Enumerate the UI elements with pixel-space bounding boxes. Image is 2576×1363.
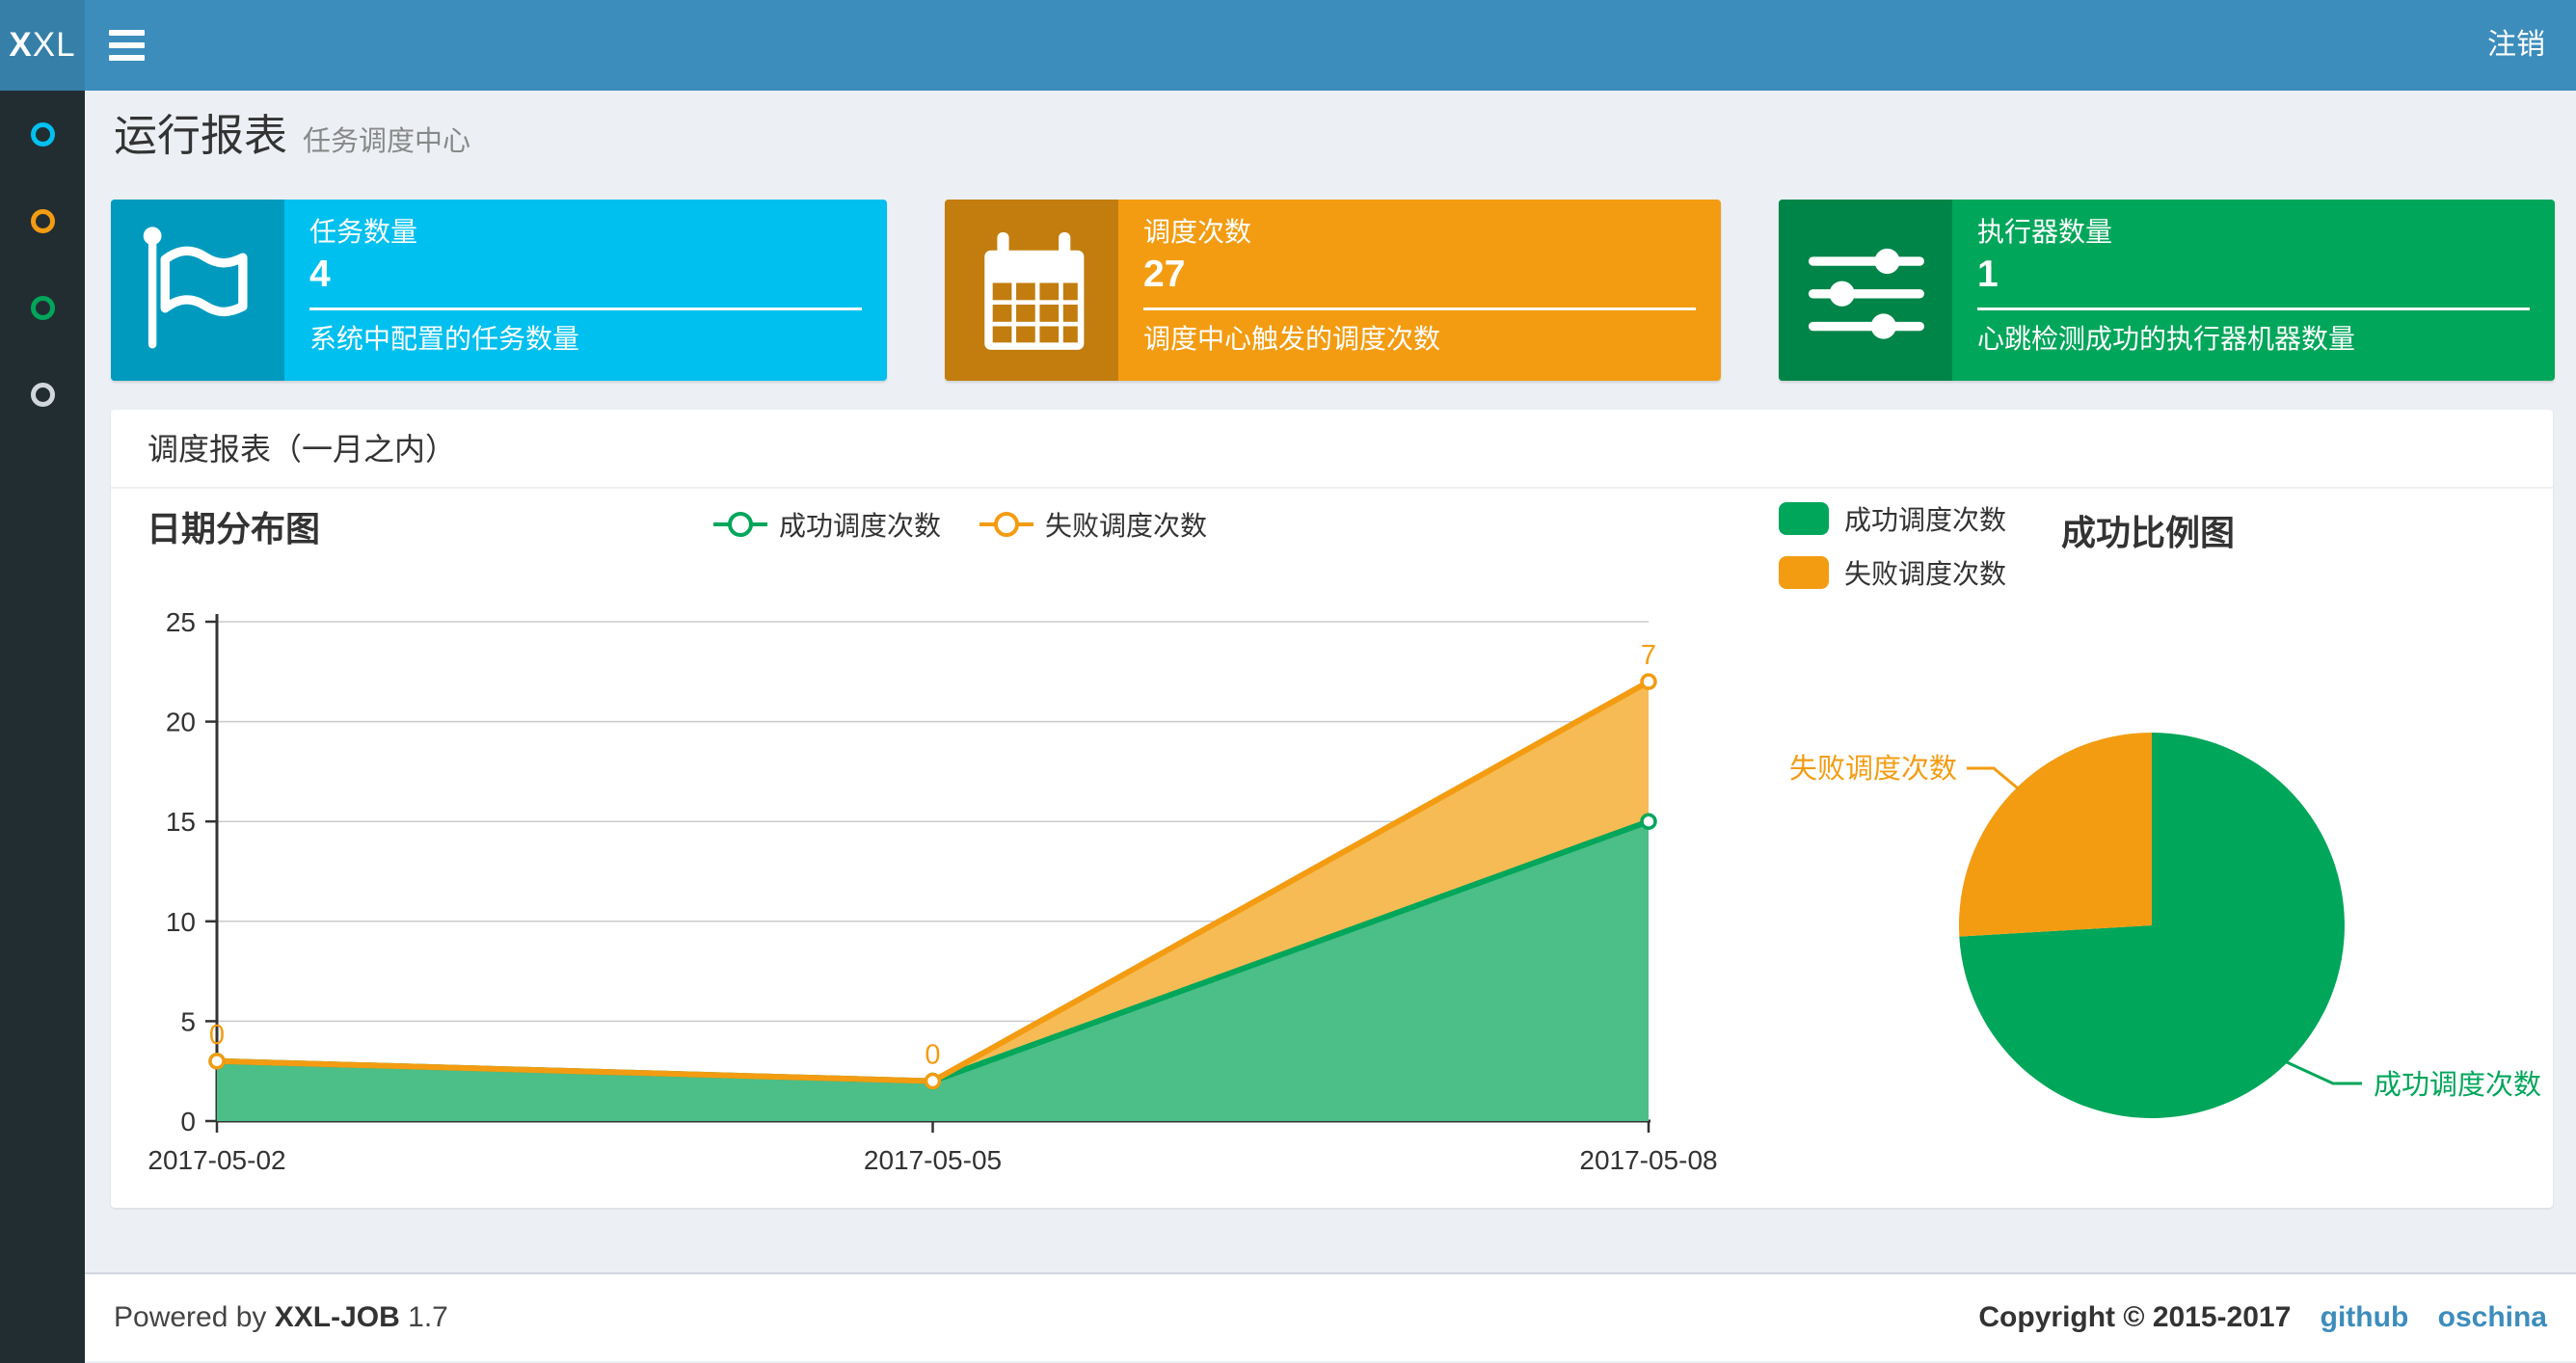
line-chart-title: 日期分布图 bbox=[147, 509, 321, 548]
page-subtitle: 任务调度中心 bbox=[303, 126, 471, 157]
circle-icon bbox=[30, 121, 55, 147]
legend-item-fail[interactable]: 失败调度次数 bbox=[979, 505, 1207, 544]
footer: Powered by XXL-JOB 1.7 Copyright © 2015-… bbox=[85, 1272, 2576, 1361]
legend-label: 成功调度次数 bbox=[1844, 505, 2007, 535]
navbar-body: 注销 bbox=[85, 0, 2576, 91]
line-marker-icon bbox=[713, 512, 767, 537]
app-logo[interactable]: X XL bbox=[0, 0, 85, 91]
logo-text: XL bbox=[32, 26, 76, 64]
stat-card-value: 4 bbox=[309, 254, 331, 295]
stat-card-content: 执行器数量 1 心跳检测成功的执行器机器数量 bbox=[1952, 200, 2555, 381]
circle-icon bbox=[30, 208, 55, 233]
stat-card-content: 任务数量 4 系统中配置的任务数量 bbox=[284, 200, 887, 381]
line-chart-legend: 成功调度次数 失败调度次数 bbox=[713, 505, 1207, 544]
sidebar-menu-item-3[interactable] bbox=[0, 264, 85, 351]
stat-card-jobs: 任务数量 4 系统中配置的任务数量 bbox=[111, 200, 887, 381]
hamburger-icon bbox=[108, 30, 145, 36]
calendar-icon bbox=[945, 200, 1118, 381]
stat-card-triggers: 调度次数 27 调度中心触发的调度次数 bbox=[945, 200, 1721, 381]
circle-icon bbox=[30, 295, 55, 320]
stat-card-content: 调度次数 27 调度中心触发的调度次数 bbox=[1118, 200, 1721, 381]
oschina-link[interactable]: oschina bbox=[2438, 1301, 2547, 1333]
stat-card-value: 27 bbox=[1143, 254, 1186, 295]
top-navbar: X XL 注销 bbox=[0, 0, 2576, 91]
sidebar-menu-item-2[interactable] bbox=[0, 177, 85, 264]
pie-chart-title: 成功比例图 bbox=[2061, 513, 2236, 552]
brand-name: XXL-JOB bbox=[274, 1301, 400, 1333]
legend-swatch bbox=[1779, 556, 1829, 589]
powered-by-text: Powered by bbox=[114, 1301, 267, 1333]
legend-label: 失败调度次数 bbox=[1045, 511, 1208, 541]
sliders-icon bbox=[1779, 200, 1952, 381]
sidebar-menu-item-4[interactable] bbox=[0, 351, 85, 438]
stat-card-label: 执行器数量 bbox=[1977, 217, 2113, 247]
page-title: 运行报表 bbox=[114, 111, 288, 160]
sidebar bbox=[0, 91, 85, 1363]
footer-powered-by: Powered by XXL-JOB 1.7 bbox=[114, 1301, 448, 1334]
flag-icon bbox=[111, 200, 284, 381]
page-header: 运行报表 任务调度中心 bbox=[114, 100, 470, 163]
sidebar-toggle-button[interactable] bbox=[85, 0, 168, 91]
github-link[interactable]: github bbox=[2321, 1301, 2409, 1333]
stat-card-description: 调度中心触发的调度次数 bbox=[1143, 324, 1441, 354]
circle-icon bbox=[30, 382, 55, 407]
stat-card-value: 1 bbox=[1977, 254, 1999, 295]
sidebar-menu-item-1[interactable] bbox=[0, 91, 85, 177]
stat-card-label: 任务数量 bbox=[309, 217, 418, 247]
legend-label: 成功调度次数 bbox=[779, 511, 942, 541]
legend-swatch bbox=[1779, 502, 1829, 535]
logout-link[interactable]: 注销 bbox=[2456, 0, 2576, 91]
copyright-text: Copyright © 2015-2017 bbox=[1978, 1301, 2292, 1333]
stat-card-divider bbox=[309, 307, 862, 310]
stat-card-executors: 执行器数量 1 心跳检测成功的执行器机器数量 bbox=[1779, 200, 2555, 381]
legend-item-success[interactable]: 成功调度次数 bbox=[1779, 499, 2006, 538]
xxl-job-dashboard: X XL 注销 运行报表 任务调度中心 任务数量 4 系统中配置的任务数量 调度… bbox=[0, 0, 2576, 1363]
logo-text-bold: X bbox=[9, 26, 33, 64]
stat-card-divider bbox=[1977, 307, 2530, 310]
stat-card-description: 系统中配置的任务数量 bbox=[309, 324, 580, 354]
legend-label: 失败调度次数 bbox=[1844, 559, 2007, 589]
legend-item-success[interactable]: 成功调度次数 bbox=[713, 505, 941, 544]
footer-right: Copyright © 2015-2017 github oschina bbox=[1978, 1301, 2547, 1334]
stat-cards-row: 任务数量 4 系统中配置的任务数量 调度次数 27 调度中心触发的调度次数 执行… bbox=[111, 200, 2555, 381]
line-marker-icon bbox=[979, 512, 1034, 537]
version-text: 1.7 bbox=[408, 1301, 448, 1333]
stat-card-label: 调度次数 bbox=[1143, 217, 1252, 247]
stat-card-divider bbox=[1143, 307, 1696, 310]
report-panel-title: 调度报表（一月之内） bbox=[111, 410, 2553, 489]
pie-chart-legend: 成功调度次数 失败调度次数 bbox=[1779, 499, 2006, 607]
stat-card-description: 心跳检测成功的执行器机器数量 bbox=[1977, 324, 2356, 354]
legend-item-fail[interactable]: 失败调度次数 bbox=[1779, 553, 2006, 592]
